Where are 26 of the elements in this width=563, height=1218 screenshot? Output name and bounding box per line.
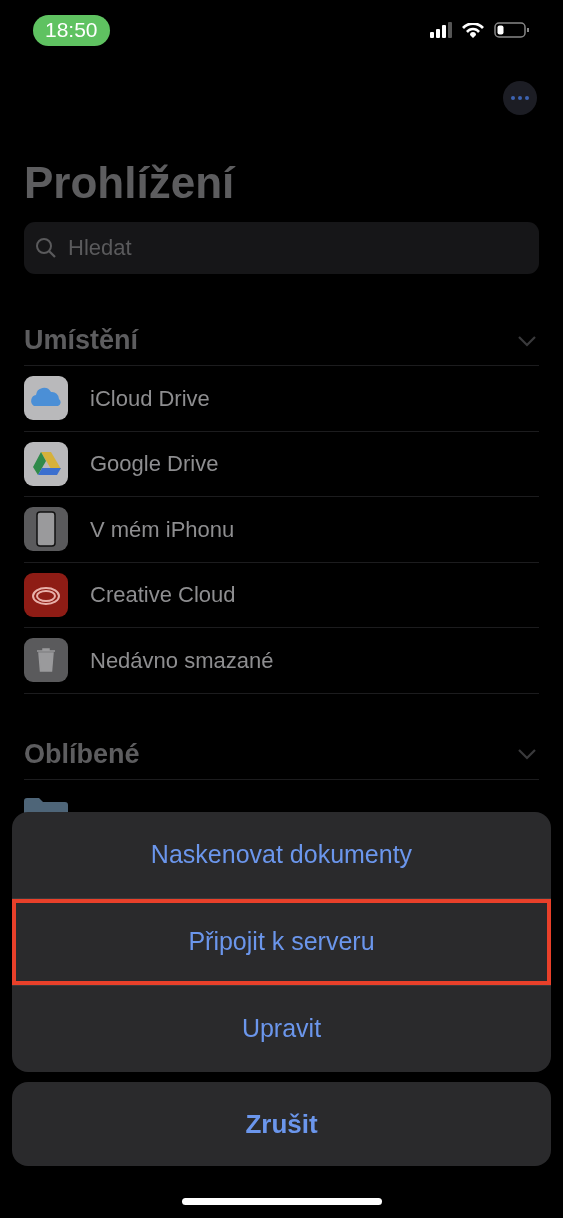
page-title: Prohlížení (24, 157, 237, 209)
location-item[interactable]: Nedávno smazané (90, 643, 274, 677)
cloud-icon (24, 376, 68, 421)
action-button[interactable]: Připojit k serveru (12, 899, 551, 985)
more-button[interactable] (503, 81, 537, 115)
ellipsis-icon (511, 96, 529, 100)
action-button[interactable]: Naskenovat dokumenty (12, 812, 551, 898)
location-item[interactable]: iCloud Drive (90, 381, 210, 415)
location-item[interactable]: V mém iPhonu (90, 512, 235, 546)
signal-icon (430, 22, 452, 38)
action-button[interactable]: Upravit (12, 986, 551, 1072)
cloud-rings-icon (24, 572, 68, 617)
location-item[interactable]: Creative Cloud (90, 578, 236, 612)
search-field[interactable]: Hledat (24, 222, 539, 274)
location-item[interactable]: Google Drive (90, 447, 219, 481)
phone-icon (24, 507, 68, 552)
status-time: 18:50 (33, 14, 110, 46)
section-header: Umístění (24, 324, 139, 358)
battery-icon (494, 22, 530, 38)
search-icon (34, 236, 58, 260)
trash-icon (24, 638, 68, 683)
cancel-button[interactable]: Zrušit (12, 1082, 551, 1166)
chevron-icon[interactable] (517, 334, 537, 347)
chevron-icon[interactable] (517, 748, 537, 760)
section-header: Oblíbené (24, 737, 140, 771)
wifi-icon (462, 22, 484, 38)
